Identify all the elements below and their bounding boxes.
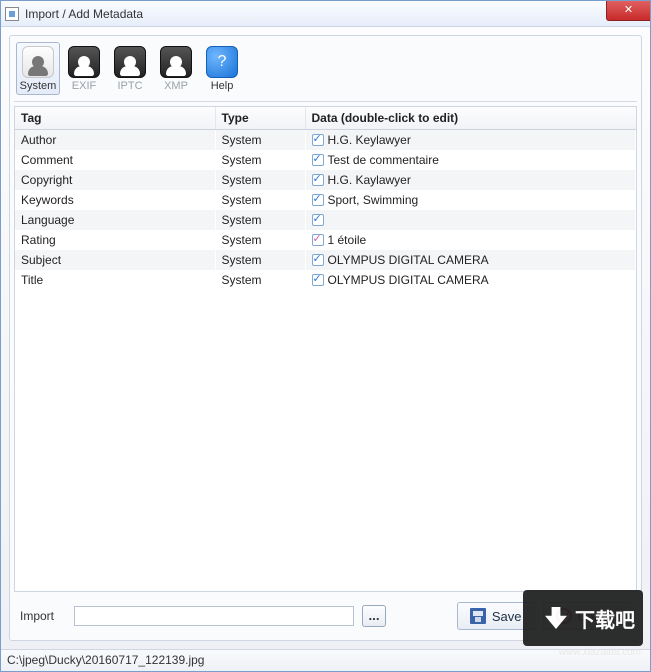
help-icon: ? [206, 46, 238, 78]
cell-type: System [215, 230, 305, 250]
status-path: C:\jpeg\Ducky\20160717_122139.jpg [7, 653, 204, 667]
cancel-button[interactable]: Cancel [543, 602, 631, 630]
toolbar-label: Help [211, 80, 234, 92]
cell-data[interactable]: OLYMPUS DIGITAL CAMERA [305, 250, 636, 270]
col-header-data[interactable]: Data (double-click to edit) [305, 107, 636, 130]
import-row: Import ... Save Cancel [14, 592, 637, 636]
cell-type: System [215, 270, 305, 290]
cell-tag: Author [15, 130, 215, 151]
person-icon [68, 46, 100, 78]
import-label: Import [20, 609, 66, 623]
table-row[interactable]: AuthorSystem H.G. Keylawyer [15, 130, 636, 151]
table-row[interactable]: CommentSystem Test de commentaire [15, 150, 636, 170]
toolbar: System EXIF IPTC XMP? Help [14, 40, 637, 102]
col-header-type[interactable]: Type [215, 107, 305, 130]
window: Import / Add Metadata ✕ System EXIF IPTC XM… [0, 0, 651, 672]
row-checkbox-icon[interactable] [312, 194, 324, 206]
cell-data-value: H.G. Keylawyer [328, 133, 411, 147]
person-icon [114, 46, 146, 78]
table-row[interactable]: LanguageSystem [15, 210, 636, 230]
save-icon [470, 608, 486, 624]
browse-button[interactable]: ... [362, 605, 386, 627]
toolbar-iptc-button[interactable]: IPTC [108, 42, 152, 95]
row-checkbox-icon[interactable] [312, 274, 324, 286]
row-checkbox-icon[interactable] [312, 174, 324, 186]
cell-data-value: OLYMPUS DIGITAL CAMERA [328, 253, 489, 267]
cancel-icon [556, 608, 572, 624]
cell-type: System [215, 190, 305, 210]
table-row[interactable]: KeywordsSystem Sport, Swimming [15, 190, 636, 210]
cell-tag: Subject [15, 250, 215, 270]
cell-tag: Comment [15, 150, 215, 170]
toolbar-system-button[interactable]: System [16, 42, 60, 95]
table-row[interactable]: SubjectSystem OLYMPUS DIGITAL CAMERA [15, 250, 636, 270]
cell-data-value: 1 étoile [328, 233, 367, 247]
import-input[interactable] [74, 606, 354, 626]
toolbar-help-button[interactable]: ? Help [200, 42, 244, 95]
content-frame: System EXIF IPTC XMP? Help Tag Type Data (do… [9, 35, 642, 641]
cell-data[interactable]: H.G. Keylawyer [305, 130, 636, 151]
metadata-table: Tag Type Data (double-click to edit) Aut… [15, 107, 636, 290]
cell-tag: Copyright [15, 170, 215, 190]
cancel-label: Cancel [578, 609, 618, 624]
cell-type: System [215, 170, 305, 190]
cell-data[interactable]: 1 étoile [305, 230, 636, 250]
metadata-table-container[interactable]: Tag Type Data (double-click to edit) Aut… [14, 106, 637, 592]
toolbar-label: IPTC [117, 80, 142, 92]
toolbar-label: EXIF [72, 80, 96, 92]
toolbar-exif-button[interactable]: EXIF [62, 42, 106, 95]
toolbar-label: System [20, 80, 57, 92]
table-row[interactable]: CopyrightSystem H.G. Kaylawyer [15, 170, 636, 190]
toolbar-xmp-button[interactable]: XMP [154, 42, 198, 95]
cell-data[interactable]: H.G. Kaylawyer [305, 170, 636, 190]
col-header-tag[interactable]: Tag [15, 107, 215, 130]
cell-data-value: Test de commentaire [328, 153, 439, 167]
cell-data[interactable] [305, 210, 636, 230]
table-row[interactable]: RatingSystem 1 étoile [15, 230, 636, 250]
cell-type: System [215, 130, 305, 151]
row-checkbox-icon[interactable] [312, 154, 324, 166]
row-checkbox-icon[interactable] [312, 254, 324, 266]
cell-data[interactable]: Sport, Swimming [305, 190, 636, 210]
toolbar-label: XMP [164, 80, 188, 92]
person-icon [22, 46, 54, 78]
cell-data-value: Sport, Swimming [328, 193, 419, 207]
cell-type: System [215, 250, 305, 270]
window-title: Import / Add Metadata [25, 7, 143, 21]
row-checkbox-icon[interactable] [312, 234, 324, 246]
cell-type: System [215, 210, 305, 230]
cell-tag: Language [15, 210, 215, 230]
save-button[interactable]: Save [457, 602, 535, 630]
cell-tag: Title [15, 270, 215, 290]
person-icon [160, 46, 192, 78]
cell-tag: Keywords [15, 190, 215, 210]
table-row[interactable]: TitleSystem OLYMPUS DIGITAL CAMERA [15, 270, 636, 290]
cell-data[interactable]: Test de commentaire [305, 150, 636, 170]
cell-data[interactable]: OLYMPUS DIGITAL CAMERA [305, 270, 636, 290]
close-button[interactable]: ✕ [606, 1, 650, 21]
row-checkbox-icon[interactable] [312, 134, 324, 146]
cell-data-value: OLYMPUS DIGITAL CAMERA [328, 273, 489, 287]
cell-type: System [215, 150, 305, 170]
app-icon [5, 7, 19, 21]
cell-data-value: H.G. Kaylawyer [328, 173, 411, 187]
titlebar: Import / Add Metadata ✕ [1, 1, 650, 27]
row-checkbox-icon[interactable] [312, 214, 324, 226]
save-label: Save [492, 609, 522, 624]
statusbar: C:\jpeg\Ducky\20160717_122139.jpg [1, 649, 650, 671]
cell-tag: Rating [15, 230, 215, 250]
